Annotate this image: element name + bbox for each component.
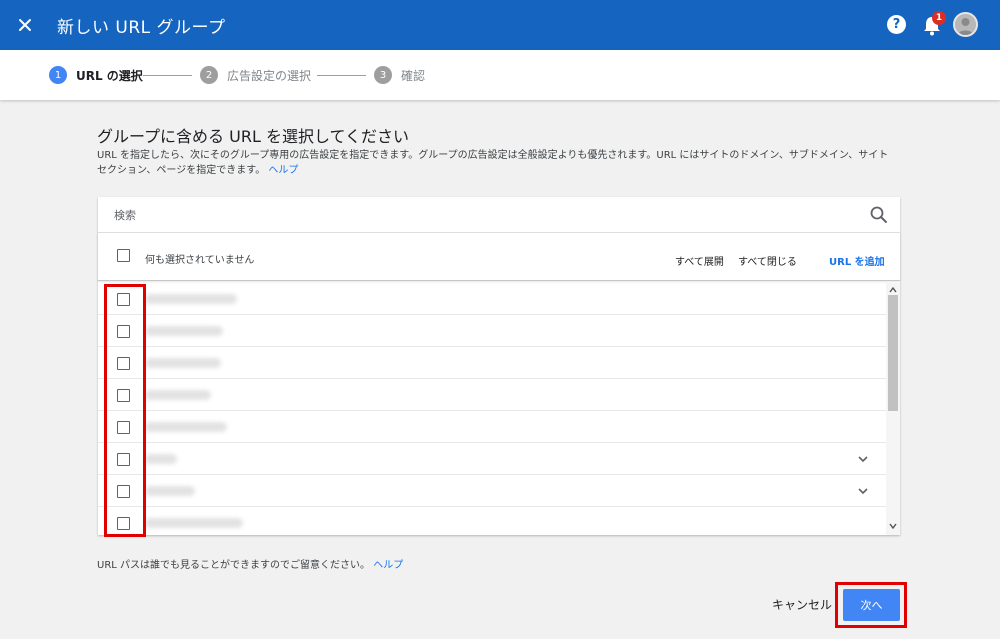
note-text: URL パスは誰でも見ることができますのでご留意ください。 xyxy=(97,560,371,571)
selection-status: 何も選択されていません xyxy=(145,255,255,266)
url-text-blurred xyxy=(145,454,177,464)
list-item[interactable] xyxy=(98,315,886,347)
description-text: URL を指定したら、次にそのグループ専用の広告設定を指定できます。グループの広… xyxy=(97,150,889,176)
url-text-blurred xyxy=(145,518,243,528)
step-number: 2 xyxy=(200,66,218,84)
chevron-down-icon[interactable] xyxy=(856,484,870,498)
search-input[interactable] xyxy=(114,205,854,225)
step-label: 確認 xyxy=(401,68,426,83)
next-button[interactable]: 次へ xyxy=(843,589,900,621)
collapse-all-button[interactable]: すべて閉じる xyxy=(738,253,797,268)
select-all-checkbox[interactable] xyxy=(117,249,130,262)
search-icon[interactable] xyxy=(869,205,889,225)
url-text-blurred xyxy=(145,326,223,336)
list-toolbar: 何も選択されていません すべて展開 すべて閉じる URL を追加 xyxy=(98,233,900,281)
close-icon xyxy=(19,19,31,31)
stepper: 1 URL の選択 2 広告設定の選択 3 確認 xyxy=(0,50,1000,100)
search-bar xyxy=(98,197,900,233)
user-avatar-icon xyxy=(955,14,976,35)
page-title: 新しい URL グループ xyxy=(57,18,226,38)
note-help-link[interactable]: ヘルプ xyxy=(373,560,403,571)
step-label: URL の選択 xyxy=(76,68,143,83)
scroll-down-icon[interactable] xyxy=(886,521,900,531)
step-connector xyxy=(317,75,366,76)
help-link[interactable]: ヘルプ xyxy=(268,165,298,176)
step-number: 1 xyxy=(49,66,67,84)
list-item[interactable] xyxy=(98,507,886,535)
scroll-up-icon[interactable] xyxy=(886,285,900,295)
step-2: 2 広告設定の選択 xyxy=(200,66,311,84)
url-text-blurred xyxy=(145,486,195,496)
list-item[interactable] xyxy=(98,443,886,475)
help-icon[interactable]: ? xyxy=(887,15,906,34)
url-list-card: 何も選択されていません すべて展開 すべて閉じる URL を追加 xyxy=(98,197,900,535)
url-path-note: URL パスは誰でも見ることができますのでご留意ください。 ヘルプ xyxy=(97,556,403,571)
step-3: 3 確認 xyxy=(374,66,425,84)
checkbox-highlight-annotation xyxy=(104,284,146,537)
add-url-button[interactable]: URL を追加 xyxy=(829,253,885,268)
avatar[interactable] xyxy=(953,12,978,37)
url-text-blurred xyxy=(145,294,237,304)
list-scrollbar[interactable] xyxy=(886,283,900,535)
url-list xyxy=(98,283,900,535)
close-button[interactable] xyxy=(12,12,38,38)
list-item[interactable] xyxy=(98,379,886,411)
notification-badge: 1 xyxy=(932,11,946,25)
list-item[interactable] xyxy=(98,347,886,379)
url-text-blurred xyxy=(145,390,211,400)
step-connector xyxy=(143,75,192,76)
step-label: 広告設定の選択 xyxy=(227,68,312,83)
list-item[interactable] xyxy=(98,411,886,443)
step-number: 3 xyxy=(374,66,392,84)
top-app-bar: 新しい URL グループ ? 1 xyxy=(0,0,1000,50)
section-description: URL を指定したら、次にそのグループ専用の広告設定を指定できます。グループの広… xyxy=(97,148,897,178)
scrollbar-thumb[interactable] xyxy=(888,295,898,411)
section-heading: グループに含める URL を選択してください xyxy=(97,127,409,146)
list-item[interactable] xyxy=(98,283,886,315)
chevron-down-icon[interactable] xyxy=(856,452,870,466)
url-text-blurred xyxy=(145,422,227,432)
cancel-button[interactable]: キャンセル xyxy=(770,591,834,617)
list-item[interactable] xyxy=(98,475,886,507)
expand-all-button[interactable]: すべて展開 xyxy=(675,253,724,268)
step-1[interactable]: 1 URL の選択 xyxy=(49,66,143,84)
url-text-blurred xyxy=(145,358,221,368)
